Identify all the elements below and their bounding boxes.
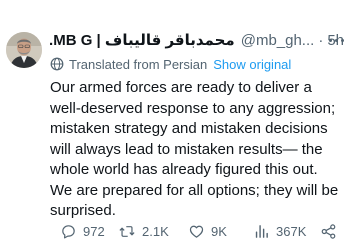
separator-dot: ·	[318, 31, 324, 49]
translation-notice: Translated from Persian Show original	[50, 55, 344, 73]
reply-icon	[62, 224, 75, 238]
tweet-text: Our armed forces are ready to deliver a …	[50, 79, 339, 219]
show-original-link[interactable]: Show original	[213, 57, 291, 72]
more-options-icon[interactable]	[329, 32, 344, 48]
reply-button[interactable]: 972	[60, 221, 105, 241]
author-handle[interactable]: @mb_gh...	[241, 32, 315, 49]
reply-count: 972	[83, 223, 105, 239]
tweet-header: محمدباقر قالیباف | MB G... @mb_gh... · 5…	[50, 29, 344, 51]
share-button[interactable]	[320, 221, 343, 241]
tweet-content: محمدباقر قالیباف | MB G... @mb_gh... · 5…	[50, 29, 344, 222]
like-button[interactable]: 9K	[188, 221, 227, 241]
avatar[interactable]	[6, 32, 42, 68]
views-count: 367K	[276, 223, 307, 239]
avatar-photo	[6, 32, 42, 68]
author-display-name[interactable]: محمدباقر قالیباف | MB G...	[50, 31, 235, 49]
heart-icon	[189, 225, 204, 238]
views-icon	[255, 224, 268, 238]
tweet-card[interactable]: محمدباقر قالیباف | MB G... @mb_gh... · 5…	[0, 0, 350, 250]
repost-count: 2.1K	[142, 223, 169, 239]
share-icon	[321, 223, 336, 239]
views-button[interactable]: 367K	[253, 221, 306, 241]
tweet-actions: 972 2.1K 9K 367K	[60, 221, 344, 241]
repost-icon	[119, 225, 135, 237]
like-count: 9K	[211, 223, 227, 239]
repost-button[interactable]: 2.1K	[118, 221, 169, 241]
globe-icon	[50, 57, 64, 71]
translation-label: Translated from Persian	[69, 56, 208, 72]
